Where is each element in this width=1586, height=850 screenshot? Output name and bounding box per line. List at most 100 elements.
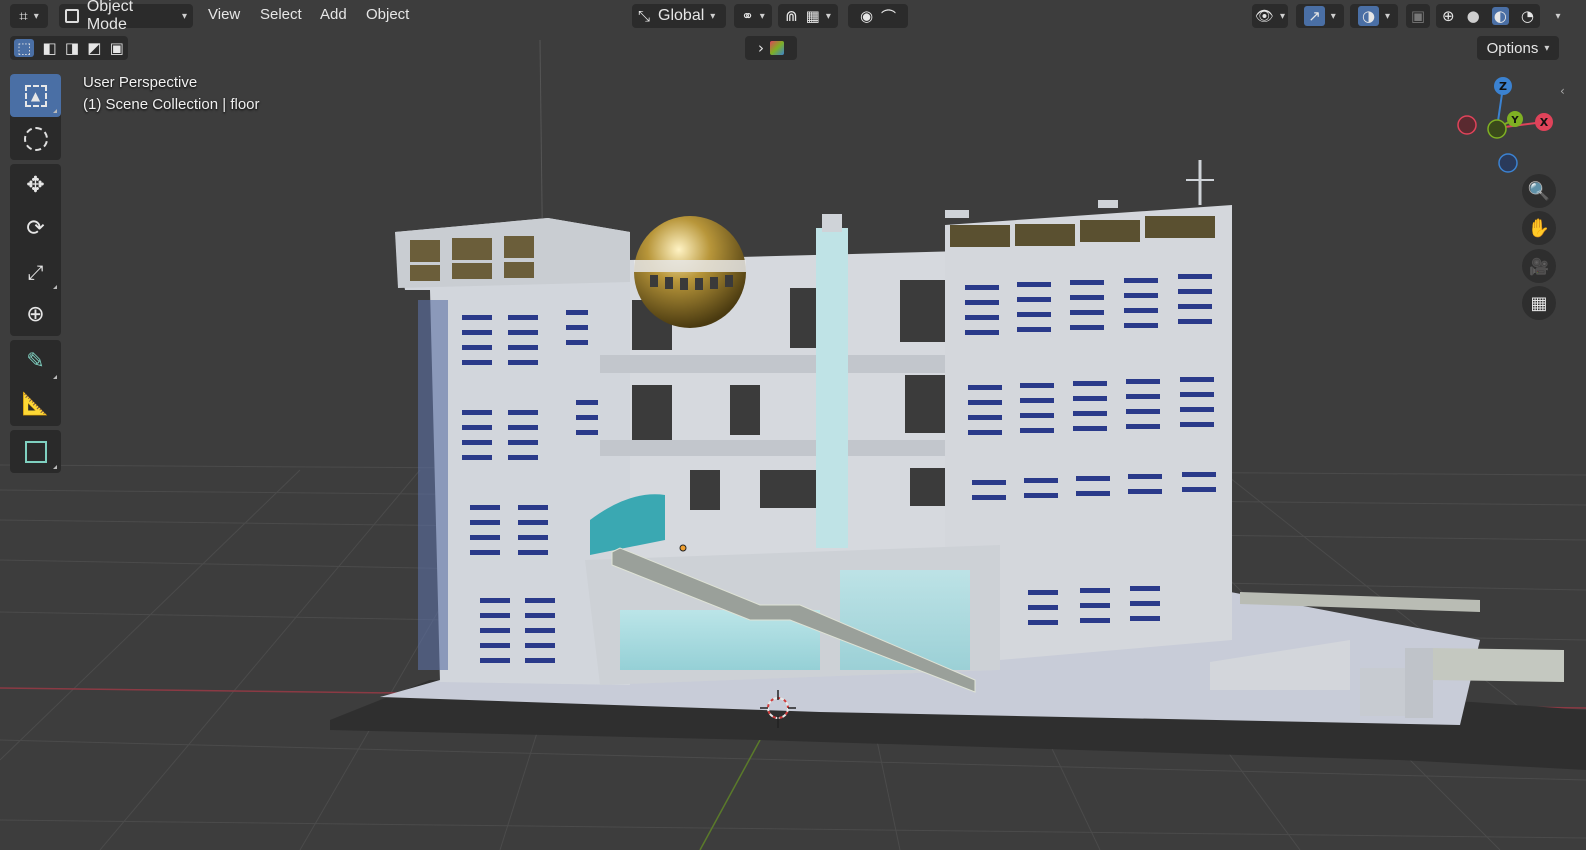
xray-icon: ▣ — [1410, 7, 1426, 25]
select-extend-icon[interactable]: ◧ — [42, 39, 56, 57]
collection-name: (1) Scene Collection — [83, 96, 219, 113]
selection-mode-buttons: ⬚ ◧ ◨ ◩ ▣ — [10, 36, 128, 60]
select-invert-icon[interactable]: ◩ — [87, 39, 101, 57]
gizmo-cube-icon — [770, 41, 784, 55]
snap-grid-icon: ▦ — [805, 7, 820, 25]
select-new-icon[interactable]: ⬚ — [14, 39, 35, 57]
tool-transform[interactable]: ⊕ — [10, 293, 61, 336]
proportional-edit-button[interactable]: ◉ ⌒ — [848, 4, 908, 28]
perspective-toggle-button[interactable]: ▦ — [1522, 286, 1556, 320]
snap-button[interactable]: ⋒ ▦ ▾ — [778, 4, 838, 28]
collection-info: (1) Scene Collection | floor — [83, 96, 260, 113]
add-cube-icon — [24, 440, 47, 463]
solid-shading-icon[interactable]: ● — [1467, 7, 1480, 25]
camera-view-button[interactable]: 🎥 — [1522, 249, 1556, 283]
rotate-icon: ⟳ — [26, 216, 45, 241]
mode-label: Object Mode — [86, 0, 134, 33]
gold-sphere — [634, 216, 746, 328]
chevron-down-icon: ▾ — [710, 10, 716, 22]
chevron-down-icon: ▾ — [181, 10, 187, 22]
zoom-icon: 🔍 — [1527, 180, 1551, 202]
tool-select-box[interactable]: ▲ — [10, 74, 61, 117]
tool-measure[interactable]: 📐 — [10, 383, 61, 426]
chevron-down-icon: ▾ — [759, 10, 765, 22]
pivot-point-button[interactable]: ⚭ ▾ — [734, 4, 772, 28]
tool-move[interactable]: ✥ — [10, 164, 61, 207]
hand-pan-icon: ✋ — [1527, 217, 1551, 239]
ruler-icon: 📐 — [21, 392, 50, 417]
options-label: Options — [1486, 39, 1539, 57]
options-button[interactable]: Options ▾ — [1477, 36, 1559, 60]
navigation-gizmo: Y X Z — [1457, 77, 1553, 173]
transform-orientation[interactable]: ⤡ Global ▾ — [632, 4, 726, 28]
tool-rotate[interactable]: ⟳ — [10, 207, 61, 250]
y-axis-line — [699, 739, 761, 850]
overlays-icon: ◑ — [1357, 6, 1380, 26]
select-intersect-icon[interactable]: ▣ — [110, 39, 124, 57]
chevron-down-icon: ▾ — [1330, 10, 1336, 22]
grid-icon: ▦ — [1530, 292, 1548, 314]
pan-button[interactable]: ✋ — [1522, 211, 1556, 245]
sidebar-toggle[interactable]: › — [745, 36, 797, 60]
scale-icon: ⤢ — [27, 259, 44, 284]
collapse-arrow-icon[interactable]: ‹ — [1560, 84, 1565, 98]
axes-icon: ⌗ — [19, 7, 28, 25]
chevron-down-icon: ▾ — [33, 10, 39, 22]
menu-object[interactable]: Object — [366, 6, 409, 26]
tool-scale[interactable]: ⤢ — [10, 250, 61, 293]
toolbar-group-add — [10, 430, 61, 473]
tool-add-cube[interactable] — [10, 430, 61, 473]
gizmo-y-label: Y — [1510, 115, 1519, 126]
material-shading-icon[interactable]: ◐ — [1491, 7, 1509, 25]
menu-select[interactable]: Select — [260, 6, 302, 26]
xray-toggle-button[interactable]: ▣ — [1406, 4, 1430, 28]
magnet-icon: ⋒ — [785, 7, 798, 25]
cursor-icon — [23, 126, 48, 151]
eye-icon: 👁 — [1254, 7, 1274, 25]
menu-view[interactable]: View — [208, 6, 240, 26]
viewport-scene: Y X Z — [0, 39, 1586, 850]
object-origin — [679, 544, 687, 552]
visibility-button[interactable]: 👁 ▾ — [1252, 4, 1288, 28]
shading-buttons: ⊕ ● ◐ ◔ — [1436, 4, 1540, 28]
editor-type-button[interactable]: ⌗ ▾ — [10, 4, 48, 28]
chevron-right-icon: › — [758, 39, 764, 57]
gizmo-toggle-button[interactable]: ↗ ▾ — [1296, 4, 1344, 28]
object-mode-icon — [65, 9, 79, 23]
zoom-button[interactable]: 🔍 — [1522, 174, 1556, 208]
chevron-down-icon: ▾ — [1544, 42, 1550, 54]
chevron-down-icon: ▾ — [1385, 10, 1391, 22]
tool-annotate[interactable]: ✎ — [10, 340, 61, 383]
falloff-curve-icon: ⌒ — [881, 7, 897, 26]
orientation-label: Global — [658, 7, 705, 24]
overlays-toggle-button[interactable]: ◑ ▾ — [1350, 4, 1398, 28]
select-box-icon: ▲ — [24, 84, 47, 107]
toolbar-group-transform: ✥ ⟳ ⤢ ⊕ — [10, 164, 61, 336]
menu-add[interactable]: Add — [320, 6, 347, 26]
orientation-icon: ⤡ — [638, 7, 651, 25]
mode-selector[interactable]: Object Mode ▾ — [59, 0, 193, 33]
proportional-edit-icon: ◉ — [859, 7, 874, 25]
active-object-name: floor — [230, 96, 260, 113]
chevron-down-icon: ▾ — [1555, 10, 1561, 22]
move-icon: ✥ — [26, 173, 45, 198]
tool-cursor[interactable] — [10, 117, 61, 160]
view-name: User Perspective — [83, 74, 198, 91]
chevron-down-icon: ▾ — [825, 10, 831, 22]
gizmo-x-label: X — [1540, 116, 1549, 129]
3d-viewport[interactable]: Y X Z — [0, 0, 1586, 850]
gizmo-icon: ↗ — [1304, 6, 1325, 26]
link-icon: ⚭ — [741, 7, 754, 25]
transform-icon: ⊕ — [26, 302, 45, 327]
select-subtract-icon[interactable]: ◨ — [65, 39, 79, 57]
toolbar-group-select: ▲ — [10, 74, 61, 160]
chevron-down-icon: ▾ — [1280, 10, 1286, 22]
toolbar-group-annotate: ✎ 📐 — [10, 340, 61, 426]
viewport-header: ⌗ ▾ Object Mode ▾ View Select Add Object … — [0, 0, 1586, 33]
rendered-shading-icon[interactable]: ◔ — [1521, 7, 1534, 25]
camera-icon: 🎥 — [1529, 256, 1549, 276]
gizmo-z-label: Z — [1499, 80, 1507, 93]
shading-options-button[interactable]: ▾ — [1544, 4, 1566, 28]
annotate-pencil-icon: ✎ — [26, 349, 45, 374]
wireframe-shading-icon[interactable]: ⊕ — [1442, 7, 1455, 25]
